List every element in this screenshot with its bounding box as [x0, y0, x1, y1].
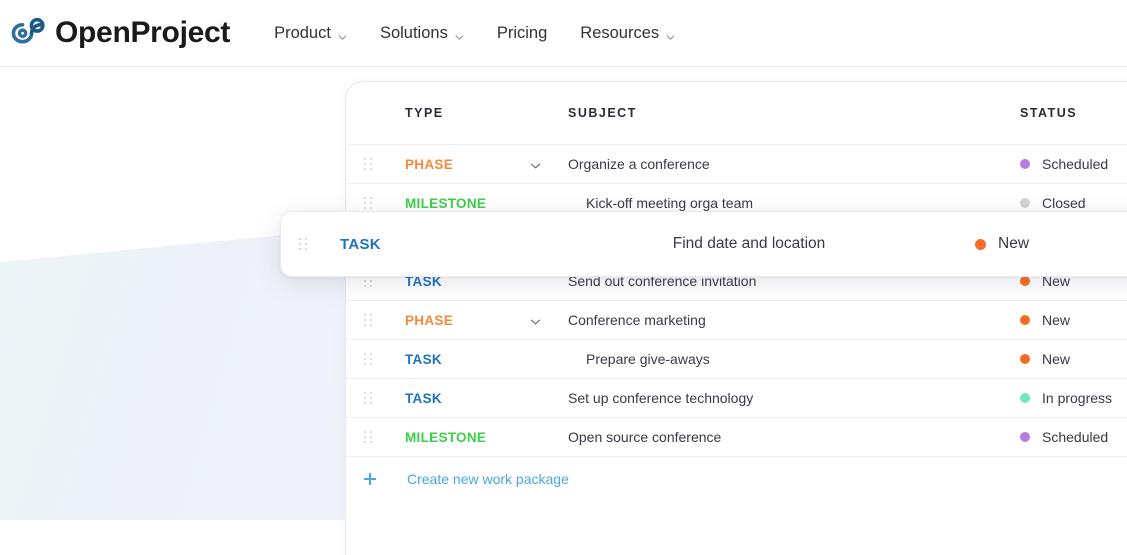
table-row[interactable]: PHASEConference marketing New [346, 301, 1127, 340]
row-status-cell: Closed [1020, 195, 1127, 211]
row-status-label: Closed [1042, 195, 1086, 211]
page-root: TYPE SUBJECT STATUS PHASEOrganize a conf… [0, 0, 1127, 555]
work-package-table-panel: TYPE SUBJECT STATUS PHASEOrganize a conf… [345, 81, 1127, 555]
dragging-card-subject[interactable]: Find date and location [673, 235, 826, 252]
column-header-type: TYPE [405, 106, 568, 120]
row-status-label: New [1042, 312, 1070, 328]
row-subject-cell: Conference marketing [568, 312, 1020, 328]
status-dot [1020, 432, 1030, 442]
nav-item-label: Product [274, 25, 331, 42]
status-dot [1020, 354, 1030, 364]
row-subject-cell: Organize a conference [568, 156, 1020, 172]
nav-item-product[interactable]: Product [274, 25, 347, 42]
plus-icon [364, 473, 376, 485]
drag-handle-icon[interactable] [364, 313, 374, 327]
brand-logo[interactable]: OpenProject [10, 16, 230, 50]
row-subject[interactable]: Kick-off meeting orga team [568, 195, 753, 211]
create-new-work-package-link[interactable]: Create new work package [407, 471, 569, 487]
row-status-cell: Scheduled [1020, 429, 1127, 445]
row-type[interactable]: MILESTONE [405, 430, 568, 445]
nav-links: Product Solutions Pricing Resources [274, 25, 708, 42]
nav-item-pricing[interactable]: Pricing [497, 25, 547, 42]
row-type[interactable]: PHASE [405, 157, 568, 172]
chevron-down-icon [666, 28, 675, 37]
status-dot [1020, 276, 1030, 286]
table-header-row: TYPE SUBJECT STATUS [346, 82, 1127, 145]
drag-handle-icon[interactable] [364, 157, 374, 171]
row-subject[interactable]: Open source conference [568, 429, 721, 445]
drag-handle-icon[interactable] [364, 196, 374, 210]
column-header-status: STATUS [1020, 106, 1127, 120]
brand-name: OpenProject [55, 18, 230, 48]
row-subject-cell: Kick-off meeting orga team [568, 195, 1020, 211]
row-status-label: In progress [1042, 390, 1112, 406]
row-status-label: Scheduled [1042, 429, 1108, 445]
status-dot [1020, 393, 1030, 403]
drag-handle-icon[interactable] [364, 391, 374, 405]
row-status-cell: In progress [1020, 390, 1127, 406]
drag-handle-icon[interactable] [364, 430, 374, 444]
table-row[interactable]: PHASEOrganize a conference Scheduled [346, 145, 1127, 184]
row-status-label: New [1042, 351, 1070, 367]
create-work-package-row[interactable]: Create new work package [346, 457, 1127, 501]
status-dot [1020, 159, 1030, 169]
status-dot [975, 239, 986, 250]
dragging-card-subject-cell: Find date and location [523, 235, 975, 253]
row-subject-cell: Prepare give-aways [568, 351, 1020, 367]
row-status-cell: Scheduled [1020, 156, 1127, 172]
dragging-card-status-label: New [998, 235, 1029, 253]
nav-item-solutions[interactable]: Solutions [380, 25, 464, 42]
table-row[interactable]: TASKPrepare give-aways New [346, 340, 1127, 379]
drag-handle-icon[interactable] [364, 352, 374, 366]
nav-item-label: Pricing [497, 25, 547, 42]
status-dot [1020, 198, 1030, 208]
openproject-logo-icon [10, 16, 48, 50]
nav-item-resources[interactable]: Resources [580, 25, 675, 42]
row-type[interactable]: MILESTONE [405, 196, 568, 211]
table-rows-container: PHASEOrganize a conferenceScheduledMILES… [346, 145, 1127, 457]
chevron-down-icon [338, 28, 347, 37]
table-row[interactable]: MILESTONEOpen source conference Scheduled [346, 418, 1127, 457]
top-navigation-bar: OpenProject Product Solutions Pricing Resou… [0, 0, 1127, 67]
row-status-cell: New [1020, 312, 1127, 328]
row-subject[interactable]: Organize a conference [568, 156, 710, 172]
nav-item-label: Solutions [380, 25, 448, 42]
chevron-down-icon [455, 28, 464, 37]
row-type[interactable]: TASK [405, 352, 568, 367]
table-row[interactable]: TASKSet up conference technology In progr… [346, 379, 1127, 418]
dragging-work-package-card[interactable]: TASK Find date and location New [280, 211, 1127, 277]
row-subject[interactable]: Prepare give-aways [568, 351, 710, 367]
drag-handle-icon[interactable] [299, 237, 309, 251]
status-dot [1020, 315, 1030, 325]
row-status-cell: New [1020, 351, 1127, 367]
nav-item-label: Resources [580, 25, 659, 42]
chevron-down-icon[interactable] [530, 315, 541, 326]
row-subject-cell: Open source conference [568, 429, 1020, 445]
chevron-down-icon[interactable] [530, 159, 541, 170]
row-subject[interactable]: Conference marketing [568, 312, 706, 328]
dragging-card-status-cell: New [975, 235, 1127, 253]
column-header-subject: SUBJECT [568, 106, 1020, 120]
row-subject-cell: Set up conference technology [568, 390, 1020, 406]
row-type[interactable]: PHASE [405, 313, 568, 328]
row-type[interactable]: TASK [405, 391, 568, 406]
row-status-label: Scheduled [1042, 156, 1108, 172]
dragging-card-type[interactable]: TASK [340, 236, 523, 253]
row-subject[interactable]: Set up conference technology [568, 390, 753, 406]
